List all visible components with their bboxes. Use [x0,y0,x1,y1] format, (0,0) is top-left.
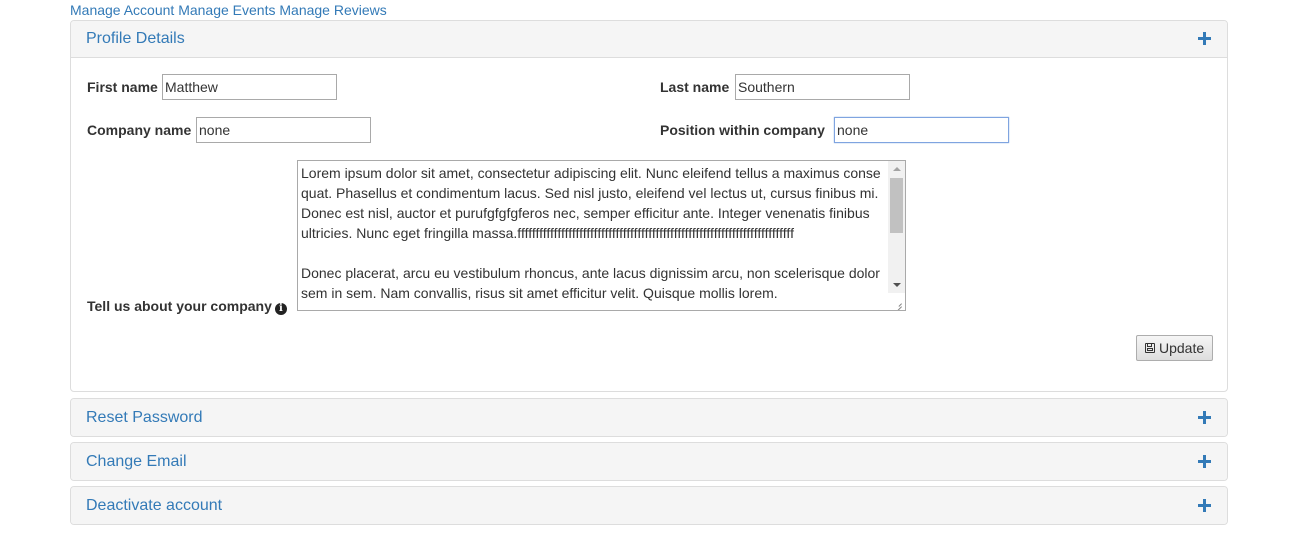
deactivate-account-header[interactable]: Deactivate account [71,487,1227,524]
reset-password-header[interactable]: Reset Password [71,399,1227,436]
position-label: Position within company [660,122,825,138]
update-button-label: Update [1159,340,1205,356]
manage-events-link[interactable]: Manage Events [178,2,275,18]
plus-icon[interactable] [1198,32,1212,46]
manage-reviews-link[interactable]: Manage Reviews [279,2,386,18]
resize-handle-icon[interactable] [888,293,905,310]
scroll-up-arrow-icon[interactable] [888,161,905,178]
profile-details-body: First name Last name Company name Positi… [71,58,1227,391]
top-navigation: Manage Account Manage Events Manage Revi… [70,2,387,18]
plus-icon[interactable] [1198,498,1212,513]
change-email-title: Change Email [86,452,187,470]
company-name-input[interactable] [196,117,371,143]
profile-details-title: Profile Details [86,30,185,47]
last-name-input[interactable] [735,74,910,100]
first-name-label: First name [87,79,158,95]
about-company-text: Lorem ipsum dolor sit amet, consectetur … [301,165,881,301]
reset-password-title: Reset Password [86,408,203,426]
profile-details-panel: Profile Details First name Last name Com… [70,20,1228,392]
profile-details-header[interactable]: Profile Details [71,21,1227,58]
about-company-label: Tell us about your company i [87,298,287,315]
about-company-textarea[interactable]: Lorem ipsum dolor sit amet, consectetur … [297,160,906,311]
about-company-label-text: Tell us about your company [87,298,272,314]
change-email-header[interactable]: Change Email [71,443,1227,480]
info-circle-icon[interactable]: i [274,303,287,315]
manage-account-link[interactable]: Manage Account [70,2,174,18]
textarea-scrollbar[interactable] [888,161,905,293]
company-name-label: Company name [87,122,192,138]
change-email-panel: Change Email [70,442,1228,481]
reset-password-panel: Reset Password [70,398,1228,437]
scroll-down-arrow-icon[interactable] [888,276,905,293]
plus-icon[interactable] [1198,410,1212,425]
plus-icon[interactable] [1198,454,1212,469]
floppy-disk-icon [1145,343,1155,353]
deactivate-account-panel: Deactivate account [70,486,1228,525]
position-input[interactable] [834,117,1009,143]
first-name-input[interactable] [162,74,337,100]
scrollbar-thumb[interactable] [890,178,903,233]
last-name-label: Last name [660,79,730,95]
deactivate-account-title: Deactivate account [86,496,223,514]
update-button[interactable]: Update [1136,335,1214,361]
